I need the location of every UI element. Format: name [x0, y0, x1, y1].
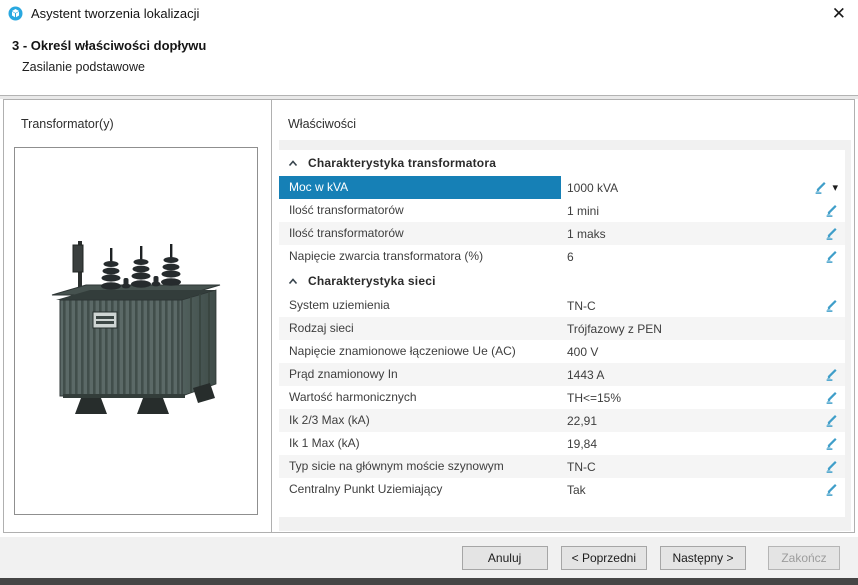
property-value: TN-C: [561, 299, 799, 313]
window-title: Asystent tworzenia lokalizacji: [31, 6, 199, 21]
edit-pencil-icon[interactable]: [814, 181, 827, 194]
edit-pencil-icon[interactable]: [825, 483, 838, 496]
edit-pencil-icon[interactable]: [825, 391, 838, 404]
edit-pencil-icon[interactable]: [825, 460, 838, 473]
property-actions: [799, 227, 845, 240]
property-row[interactable]: Ik 1 Max (kA)19,84: [279, 432, 845, 455]
property-actions: [799, 204, 845, 217]
edit-pencil-icon[interactable]: [825, 299, 838, 312]
property-row[interactable]: System uziemieniaTN-C: [279, 294, 845, 317]
property-label: Ilość transformatorów: [279, 222, 561, 245]
next-button[interactable]: Następny >: [660, 546, 746, 570]
property-label: Wartość harmonicznych: [279, 386, 561, 409]
wizard-footer: Anuluj < Poprzedni Następny > Zakończ: [0, 537, 858, 578]
property-value: 400 V: [561, 345, 799, 359]
property-row[interactable]: Rodzaj sieciTrójfazowy z PEN: [279, 317, 845, 340]
step-title: 3 - Określ właściwości dopływu: [12, 38, 206, 53]
property-row[interactable]: Ilość transformatorów1 maks: [279, 222, 845, 245]
property-label: System uziemienia: [279, 294, 561, 317]
property-actions: ▾: [799, 181, 845, 194]
wizard-cube-icon: [8, 6, 23, 21]
property-value: Tak: [561, 483, 799, 497]
property-label: Napięcie znamionowe łączeniowe Ue (AC): [279, 340, 561, 363]
dropdown-arrow-icon[interactable]: ▾: [832, 183, 838, 193]
property-actions: [799, 391, 845, 404]
property-label: Ik 2/3 Max (kA): [279, 409, 561, 432]
section-label: Charakterystyka transformatora: [308, 156, 496, 170]
titlebar: Asystent tworzenia lokalizacji: [8, 6, 199, 21]
property-label: Ilość transformatorów: [279, 199, 561, 222]
transformer-image-frame: [14, 147, 258, 515]
edit-pencil-icon[interactable]: [825, 368, 838, 381]
transformer-panel: Transformator(y): [4, 100, 272, 532]
property-actions: [799, 368, 845, 381]
transformer-image: [15, 148, 257, 514]
property-actions: [799, 250, 845, 263]
property-actions: [799, 483, 845, 496]
edit-pencil-icon[interactable]: [825, 227, 838, 240]
section-header[interactable]: Charakterystyka sieci: [279, 268, 845, 294]
property-value: 1443 A: [561, 368, 799, 382]
properties-grid: Charakterystyka transformatoraMoc w kVA1…: [279, 150, 845, 517]
property-row[interactable]: Ilość transformatorów1 mini: [279, 199, 845, 222]
property-label: Prąd znamionowy In: [279, 363, 561, 386]
property-row[interactable]: Prąd znamionowy In1443 A: [279, 363, 845, 386]
property-label: Moc w kVA: [279, 176, 561, 199]
step-subtitle: Zasilanie podstawowe: [22, 60, 145, 74]
cancel-button[interactable]: Anuluj: [462, 546, 548, 570]
properties-scroll-area: Charakterystyka transformatoraMoc w kVA1…: [279, 140, 851, 531]
property-row[interactable]: Wartość harmonicznychTH<=15%: [279, 386, 845, 409]
property-row[interactable]: Napięcie zwarcia transformatora (%)6: [279, 245, 845, 268]
property-actions: [799, 299, 845, 312]
collapse-chevron-icon[interactable]: [288, 160, 298, 167]
edit-pencil-icon[interactable]: [825, 204, 838, 217]
property-value: 6: [561, 250, 799, 264]
property-value: Trójfazowy z PEN: [561, 322, 799, 336]
property-value: TH<=15%: [561, 391, 799, 405]
property-row[interactable]: Ik 2/3 Max (kA)22,91: [279, 409, 845, 432]
property-label: Napięcie zwarcia transformatora (%): [279, 245, 561, 268]
property-actions: [799, 437, 845, 450]
window-bottom-strip: [0, 578, 858, 585]
property-value: 1000 kVA: [561, 181, 799, 195]
property-value: TN-C: [561, 460, 799, 474]
edit-pencil-icon[interactable]: [825, 414, 838, 427]
property-label: Ik 1 Max (kA): [279, 432, 561, 455]
property-value: 19,84: [561, 437, 799, 451]
previous-button[interactable]: < Poprzedni: [561, 546, 647, 570]
properties-panel: Właściwości Charakterystyka transformato…: [272, 100, 854, 532]
property-actions: [799, 460, 845, 473]
property-label: Centralny Punkt Uziemiający: [279, 478, 561, 501]
properties-panel-title: Właściwości: [288, 117, 356, 131]
wizard-content: Transformator(y): [3, 99, 855, 533]
section-header[interactable]: Charakterystyka transformatora: [279, 150, 845, 176]
property-label: Typ sicie na głównym moście szynowym: [279, 455, 561, 478]
transformer-panel-title: Transformator(y): [21, 117, 114, 131]
finish-button: Zakończ: [768, 546, 840, 570]
property-row[interactable]: Moc w kVA1000 kVA ▾: [279, 176, 845, 199]
collapse-chevron-icon[interactable]: [288, 278, 298, 285]
property-label: Rodzaj sieci: [279, 317, 561, 340]
property-value: 22,91: [561, 414, 799, 428]
property-row[interactable]: Typ sicie na głównym moście szynowymTN-C: [279, 455, 845, 478]
edit-pencil-icon[interactable]: [825, 250, 838, 263]
property-value: 1 maks: [561, 227, 799, 241]
edit-pencil-icon[interactable]: [825, 437, 838, 450]
section-label: Charakterystyka sieci: [308, 274, 436, 288]
property-value: 1 mini: [561, 204, 799, 218]
property-row[interactable]: Napięcie znamionowe łączeniowe Ue (AC)40…: [279, 340, 845, 363]
close-icon[interactable]: ✕: [832, 4, 846, 24]
property-actions: [799, 414, 845, 427]
property-row[interactable]: Centralny Punkt UziemiającyTak: [279, 478, 845, 501]
